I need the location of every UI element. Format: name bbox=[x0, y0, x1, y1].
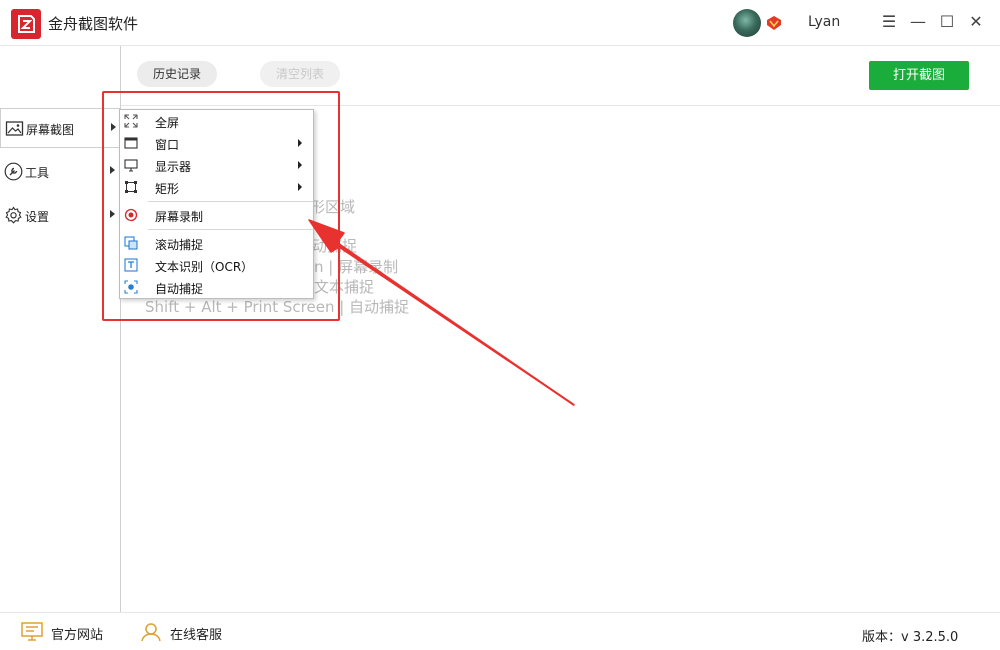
user-support-icon bbox=[140, 622, 162, 642]
clear-list-button[interactable]: 清空列表 bbox=[260, 61, 341, 87]
wrench-icon bbox=[4, 162, 23, 181]
app-logo-icon bbox=[11, 9, 41, 39]
sidebar-item-label: 设置 bbox=[25, 210, 50, 224]
title-bar: 金舟截图软件 Lyan ☰ — ☐ ✕ bbox=[0, 0, 1000, 46]
user-avatar[interactable] bbox=[733, 9, 761, 37]
history-button[interactable]: 历史记录 bbox=[137, 61, 218, 87]
open-screenshot-button[interactable]: 打开截图 bbox=[869, 61, 969, 90]
gear-icon bbox=[4, 206, 23, 225]
minimize-button[interactable]: — bbox=[908, 12, 928, 32]
footer: 官方网站 在线客服 版本：v 3.2.5.0 bbox=[0, 612, 1000, 650]
menu-icon[interactable]: ☰ bbox=[879, 12, 899, 32]
sidebar-item-label: 工具 bbox=[25, 166, 50, 180]
app-title: 金舟截图软件 bbox=[48, 15, 139, 33]
image-icon bbox=[5, 119, 24, 138]
annotation-highlight-box bbox=[102, 91, 340, 321]
vip-badge-icon[interactable] bbox=[766, 15, 782, 31]
close-button[interactable]: ✕ bbox=[966, 12, 986, 32]
sidebar-item-label: 屏幕截图 bbox=[26, 123, 75, 137]
username[interactable]: Lyan bbox=[808, 14, 840, 30]
version-label: 版本：v 3.2.5.0 bbox=[862, 630, 959, 645]
monitor-icon bbox=[21, 622, 43, 642]
maximize-button[interactable]: ☐ bbox=[937, 12, 957, 32]
website-label: 官方网站 bbox=[51, 628, 104, 643]
support-label: 在线客服 bbox=[170, 628, 223, 643]
